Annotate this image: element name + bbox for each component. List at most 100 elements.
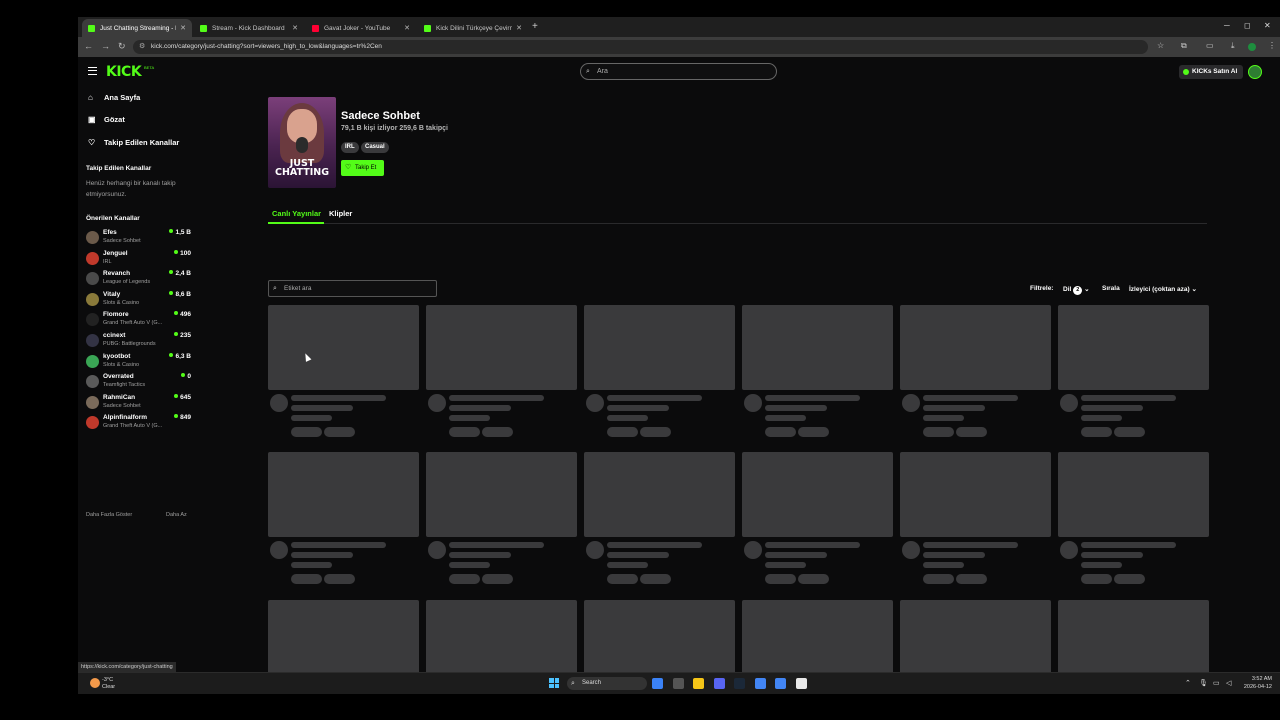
download-icon[interactable]: ⤓ — [1231, 41, 1235, 51]
sidebar-item-home[interactable]: ⌂ Ana Sayfa — [88, 93, 140, 102]
user-avatar[interactable] — [1248, 65, 1262, 79]
viewer-count: 6,3 B — [169, 353, 191, 360]
recommended-channel[interactable]: Vitaly Slots & Casino 8,6 B — [86, 291, 191, 309]
follow-button[interactable]: ♡ Takip Et — [341, 160, 384, 176]
site-info-icon[interactable]: ⚙ — [139, 40, 145, 54]
tag-placeholder — [1081, 427, 1112, 437]
sort-dropdown[interactable]: İzleyici (çoktan aza) ⌄ — [1129, 285, 1197, 293]
browser-tab-kick-dashboard[interactable]: Stream - Kick Dashboard ✕ — [194, 19, 304, 37]
maximize-icon[interactable]: ◻ — [1244, 21, 1251, 30]
filter-label: Filtrele: — [1030, 285, 1054, 292]
volume-icon[interactable]: ◁ — [1226, 679, 1231, 687]
network-icon[interactable]: ▭ — [1213, 679, 1220, 687]
channel-name: Overrated — [103, 373, 134, 381]
bookmark-star-icon[interactable]: ☆ — [1157, 41, 1164, 50]
heart-icon: ♡ — [345, 164, 352, 171]
close-icon[interactable]: ✕ — [404, 24, 410, 32]
browser-tab-kick-translate[interactable]: Kick Dilini Türkçeye Çevirme - ✕ — [418, 19, 528, 37]
tab-title: Stream - Kick Dashboard — [212, 24, 285, 32]
recommended-channel[interactable]: Overrated Teamfight Tactics 0 — [86, 373, 191, 391]
taskbar-app-icon[interactable] — [795, 678, 807, 689]
youtube-favicon-icon — [312, 24, 319, 32]
text-placeholder — [765, 395, 860, 401]
taskbar-app-icon[interactable] — [652, 678, 663, 689]
tab-clips[interactable]: Klipler — [329, 209, 352, 218]
tab-live-streams[interactable]: Canlı Yayınlar — [272, 209, 321, 218]
viewer-count: 100 — [174, 250, 191, 257]
sidebar-item-label: Gözat — [104, 115, 125, 124]
taskbar-app-icon[interactable] — [734, 678, 745, 689]
taskbar-app-icon[interactable] — [693, 678, 704, 689]
hamburger-menu-icon[interactable] — [88, 67, 97, 75]
recommended-channel[interactable]: RahmiCan Sadece Sohbet 645 — [86, 394, 191, 412]
tag-search-input[interactable]: ⌕ Etiket ara — [268, 280, 437, 297]
taskbar-search[interactable]: ⌕ Search — [567, 677, 647, 690]
text-placeholder — [765, 405, 827, 411]
recommended-channel[interactable]: Alpinfinalform Grand Theft Auto V (G... 84… — [86, 414, 191, 432]
start-icon[interactable] — [549, 678, 559, 688]
new-tab-button[interactable]: + — [532, 21, 538, 32]
close-icon[interactable]: ✕ — [292, 24, 298, 32]
search-input[interactable]: ⌕ Ara — [580, 63, 777, 80]
browser-tab-just-chatting[interactable]: Just Chatting Streaming - Live ✕ — [82, 19, 192, 37]
minimize-icon[interactable]: ─ — [1224, 21, 1230, 30]
recommended-channel[interactable]: Jenguel IRL 100 — [86, 250, 191, 268]
viewer-count: 2,4 B — [169, 270, 191, 277]
thumbnail-placeholder — [268, 305, 419, 390]
sidebar-item-following[interactable]: ♡ Takip Edilen Kanallar — [88, 138, 179, 147]
weather-icon[interactable] — [90, 678, 100, 688]
recommended-channel[interactable]: Efes Sadece Sohbet 1,5 B — [86, 229, 191, 247]
thumbnail-placeholder — [268, 452, 419, 537]
channel-category: Slots & Casino — [103, 299, 140, 306]
tab-title: Gavat Joker - YouTube — [324, 24, 391, 32]
taskbar-app-icon[interactable] — [713, 678, 725, 689]
avatar — [86, 251, 99, 265]
taskbar-app-icon[interactable] — [672, 678, 684, 689]
taskbar-app-icon[interactable] — [754, 678, 766, 689]
profile-icon[interactable] — [1248, 43, 1256, 51]
channel-category: IRL — [103, 258, 112, 265]
avatar-placeholder — [586, 541, 604, 559]
cast-icon[interactable]: ▭ — [1206, 41, 1214, 50]
forward-icon[interactable]: → — [101, 41, 110, 51]
category-cover-image: JUST CHATTING — [268, 97, 336, 188]
kick-logo[interactable]: KICK — [106, 64, 142, 80]
reload-icon[interactable]: ↻ — [118, 41, 126, 52]
language-filter-dropdown[interactable]: Dil 2 ⌄ — [1063, 285, 1090, 295]
tag-placeholder — [324, 574, 355, 584]
viewer-count: 1,5 B — [169, 229, 191, 236]
recommended-channel[interactable]: Flomore Grand Theft Auto V (G... 496 — [86, 311, 191, 329]
cover-text: JUST CHATTING — [268, 159, 336, 178]
extensions-icon[interactable]: ⧉ — [1181, 41, 1187, 51]
stream-card-skeleton — [900, 452, 1051, 587]
browser-tab-youtube[interactable]: Gavat Joker - YouTube ✕ — [306, 19, 416, 37]
tag-placeholder — [923, 427, 954, 437]
recommended-channel[interactable]: Revanch League of Legends 2,4 B — [86, 270, 191, 288]
show-more-link[interactable]: Daha Fazla Göster — [86, 512, 132, 518]
tab-divider — [268, 223, 1207, 224]
tag-placeholder — [956, 427, 987, 437]
close-window-icon[interactable]: ✕ — [1264, 21, 1271, 30]
avatar-placeholder — [428, 541, 446, 559]
menu-dots-icon[interactable]: ⋮ — [1268, 41, 1276, 50]
taskbar-app-icon[interactable] — [775, 678, 786, 689]
back-icon[interactable]: ← — [84, 41, 93, 51]
tag-placeholder — [482, 427, 513, 437]
recommended-channel[interactable]: kyootbot Slots & Casino 6,3 B — [86, 353, 191, 371]
buy-kicks-button[interactable]: KICKs Satın Al — [1179, 65, 1243, 79]
show-less-link[interactable]: Daha Az — [166, 512, 187, 518]
tag-casual[interactable]: Casual — [361, 142, 389, 153]
tag-placeholder — [607, 427, 638, 437]
tray-chevron-icon[interactable]: ⌃ — [1185, 679, 1191, 687]
close-icon[interactable]: ✕ — [516, 24, 522, 32]
taskbar-time[interactable]: 3:52 AM — [1252, 676, 1272, 682]
taskbar-date[interactable]: 2026-04-12 — [1244, 684, 1272, 690]
close-icon[interactable]: ✕ — [180, 24, 186, 32]
mic-icon[interactable]: 🎙 — [1199, 679, 1208, 687]
tag-irl[interactable]: IRL — [341, 142, 359, 153]
address-bar[interactable]: ⚙ kick.com/category/just-chatting?sort=v… — [133, 40, 1148, 54]
tag-placeholder — [449, 574, 480, 584]
recommended-channel[interactable]: ccinext PUBG: Battlegrounds 235 — [86, 332, 191, 350]
avatar-placeholder — [1060, 541, 1078, 559]
sidebar-item-browse[interactable]: ▣ Gözat — [88, 115, 125, 124]
